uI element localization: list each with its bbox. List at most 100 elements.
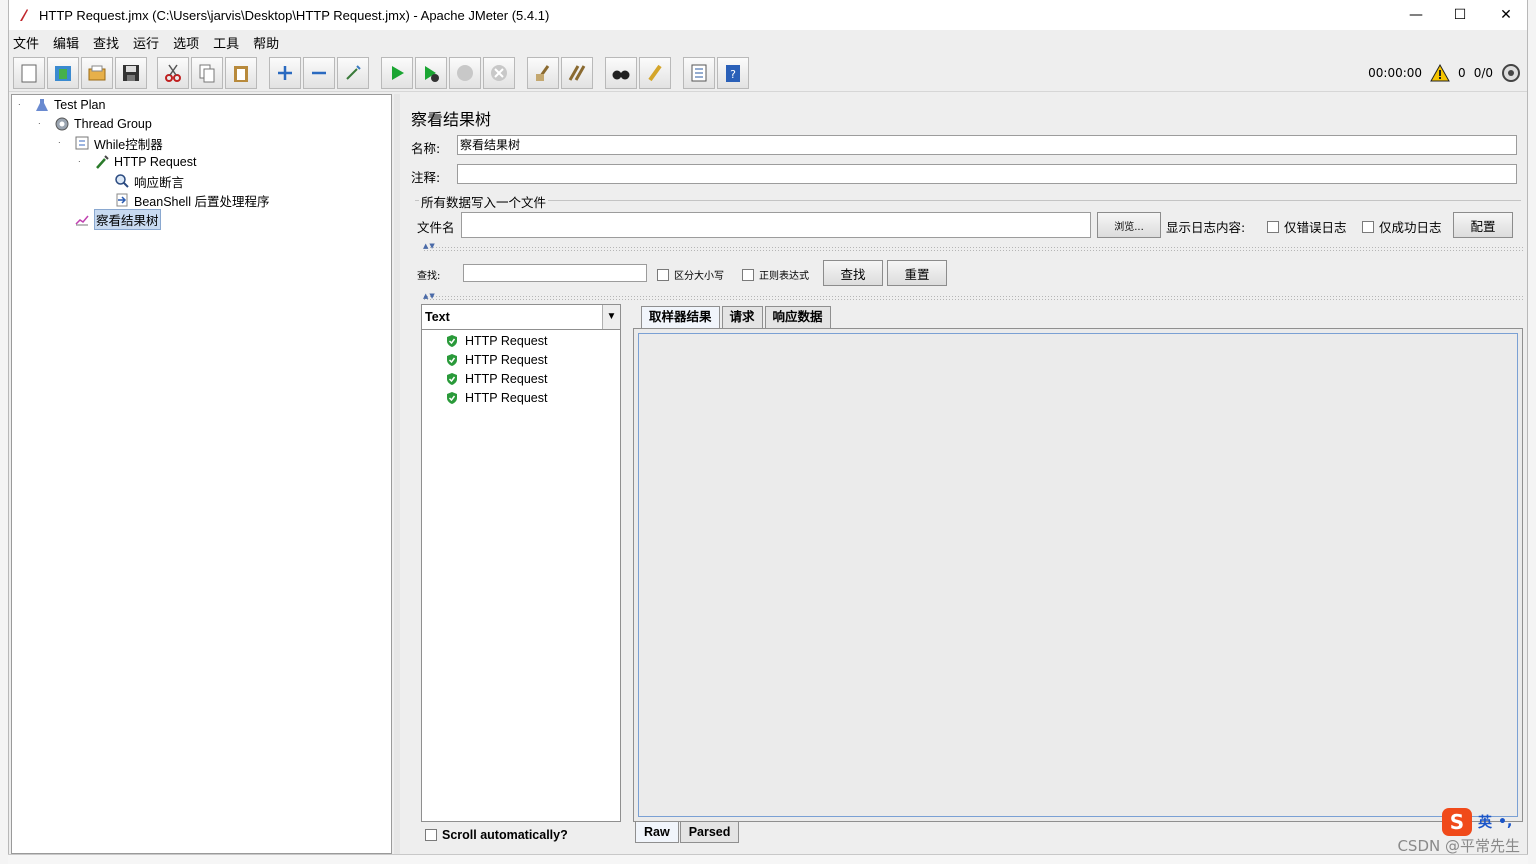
templates-button[interactable] bbox=[47, 57, 79, 89]
browse-button[interactable]: 浏览... bbox=[1097, 212, 1161, 238]
warning-count: 0 bbox=[1458, 66, 1466, 80]
renderer-select[interactable]: Text ▼ bbox=[421, 304, 621, 330]
tree-item-view-results-tree[interactable]: 察看结果树 bbox=[74, 208, 161, 230]
tab-request[interactable]: 请求 bbox=[721, 306, 763, 328]
save-button[interactable] bbox=[115, 57, 147, 89]
file-group-title: 所有数据写入一个文件 bbox=[419, 192, 549, 211]
result-detail-content[interactable] bbox=[638, 333, 1518, 817]
tree-toggle-test-plan[interactable]: ᐧ bbox=[18, 102, 26, 111]
tree-item-http-request[interactable]: HTTP Request bbox=[94, 153, 196, 171]
copy-button[interactable] bbox=[191, 57, 223, 89]
search-label: 查找: bbox=[417, 271, 441, 282]
name-field[interactable]: 察看结果树 bbox=[457, 135, 1517, 155]
sogou-logo-icon: S bbox=[1442, 808, 1472, 836]
result-detail-area bbox=[633, 328, 1523, 822]
chevron-down-icon: ▼ bbox=[602, 305, 620, 329]
window-title: HTTP Request.jmx (C:\Users\jarvis\Deskto… bbox=[39, 7, 550, 23]
find-button[interactable]: 查找 bbox=[823, 260, 883, 286]
minus-icon bbox=[312, 71, 326, 75]
expand-button[interactable] bbox=[269, 57, 301, 89]
menu-search[interactable]: 查找 bbox=[93, 33, 119, 52]
regex-checkbox[interactable]: 正则表达式 bbox=[742, 267, 809, 282]
broom-all-icon bbox=[568, 65, 586, 81]
stop-button[interactable] bbox=[449, 57, 481, 89]
minimize-button[interactable]: — bbox=[1393, 0, 1439, 30]
maximize-button[interactable]: ☐ bbox=[1437, 0, 1483, 30]
floppy-disk-icon bbox=[123, 65, 139, 81]
taskbar-strip bbox=[8, 854, 1528, 864]
tree-item-response-assertion[interactable]: 响应断言 bbox=[114, 172, 184, 190]
help-button[interactable]: ? bbox=[717, 57, 749, 89]
view-mode-tabs: Raw Parsed bbox=[635, 821, 740, 843]
result-item[interactable]: HTTP Request bbox=[445, 332, 547, 350]
jmeter-window: HTTP Request.jmx (C:\Users\jarvis\Deskto… bbox=[8, 0, 1528, 864]
tab-raw[interactable]: Raw bbox=[635, 821, 679, 843]
tab-parsed[interactable]: Parsed bbox=[679, 821, 740, 843]
status-area: 00:00:00 0 0/0 bbox=[1368, 63, 1521, 83]
success-shield-icon bbox=[447, 392, 457, 404]
new-button[interactable] bbox=[13, 57, 45, 89]
collapse-button[interactable] bbox=[303, 57, 335, 89]
shutdown-icon bbox=[491, 65, 507, 81]
tree-item-test-plan[interactable]: Test Plan bbox=[34, 96, 105, 114]
tab-sampler-result[interactable]: 取样器结果 bbox=[641, 306, 720, 328]
tree-item-thread-group[interactable]: Thread Group bbox=[54, 115, 152, 133]
tree-toggle-while[interactable]: ᐧ bbox=[58, 140, 66, 149]
case-sensitive-checkbox[interactable]: 区分大小写 bbox=[657, 267, 724, 282]
collapse-arrows-2[interactable]: ▲▼ bbox=[423, 292, 436, 300]
result-item[interactable]: HTTP Request bbox=[445, 389, 547, 407]
result-item[interactable]: HTTP Request bbox=[445, 370, 547, 388]
thread-count: 0/0 bbox=[1473, 66, 1493, 80]
result-item[interactable]: HTTP Request bbox=[445, 351, 547, 369]
search-button[interactable] bbox=[605, 57, 637, 89]
menu-tools[interactable]: 工具 bbox=[213, 33, 239, 52]
ime-indicator[interactable]: S 英 •, bbox=[1442, 808, 1512, 836]
warning-icon[interactable] bbox=[1430, 64, 1450, 82]
clear-all-button[interactable] bbox=[561, 57, 593, 89]
paste-button[interactable] bbox=[225, 57, 257, 89]
comment-label: 注释: bbox=[411, 170, 441, 185]
errors-only-checkbox[interactable]: 仅错误日志 bbox=[1267, 217, 1347, 236]
start-button[interactable] bbox=[381, 57, 413, 89]
reset-button[interactable]: 重置 bbox=[887, 260, 947, 286]
plus-icon bbox=[278, 66, 292, 80]
collapse-arrows[interactable]: ▲▼ bbox=[423, 242, 436, 250]
menu-edit[interactable]: 编辑 bbox=[53, 33, 79, 52]
tree-item-while-controller[interactable]: While控制器 bbox=[74, 134, 163, 152]
ime-punct: •, bbox=[1498, 814, 1513, 830]
toggle-button[interactable] bbox=[337, 57, 369, 89]
configure-button[interactable]: 配置 bbox=[1453, 212, 1513, 238]
close-button[interactable]: ✕ bbox=[1483, 0, 1529, 30]
open-button[interactable] bbox=[81, 57, 113, 89]
scroll-auto-checkbox[interactable]: Scroll automatically? bbox=[425, 828, 568, 842]
controller-icon bbox=[75, 136, 89, 150]
clear-button[interactable] bbox=[527, 57, 559, 89]
shutdown-button[interactable] bbox=[483, 57, 515, 89]
play-icon bbox=[392, 66, 404, 80]
function-helper-button[interactable] bbox=[683, 57, 715, 89]
menu-run[interactable]: 运行 bbox=[133, 33, 159, 52]
menu-help[interactable]: 帮助 bbox=[253, 33, 279, 52]
comment-field[interactable] bbox=[457, 164, 1517, 184]
tree-item-beanshell-postprocessor[interactable]: BeanShell 后置处理程序 bbox=[114, 191, 269, 209]
play-no-pause-icon bbox=[425, 66, 439, 82]
filename-field[interactable] bbox=[461, 212, 1091, 238]
tree-toggle-http-request[interactable]: ᐧ bbox=[78, 159, 86, 168]
start-no-pauses-button[interactable] bbox=[415, 57, 447, 89]
svg-text:?: ? bbox=[730, 68, 736, 81]
elapsed-time: 00:00:00 bbox=[1368, 66, 1423, 80]
success-shield-icon bbox=[447, 354, 457, 366]
cut-button[interactable] bbox=[157, 57, 189, 89]
search-field[interactable] bbox=[463, 264, 647, 282]
success-only-checkbox[interactable]: 仅成功日志 bbox=[1362, 217, 1442, 236]
tab-response-data[interactable]: 响应数据 bbox=[764, 306, 831, 328]
flask-icon bbox=[36, 99, 48, 111]
new-file-icon bbox=[21, 64, 37, 83]
tree-toggle-thread-group[interactable]: ᐧ bbox=[38, 121, 46, 130]
menu-file[interactable]: 文件 bbox=[13, 33, 39, 52]
name-label: 名称: bbox=[411, 141, 441, 156]
reset-search-button[interactable] bbox=[639, 57, 671, 89]
split-pane-divider[interactable] bbox=[394, 94, 400, 854]
background-desktop-left bbox=[0, 0, 8, 864]
menu-options[interactable]: 选项 bbox=[173, 33, 199, 52]
